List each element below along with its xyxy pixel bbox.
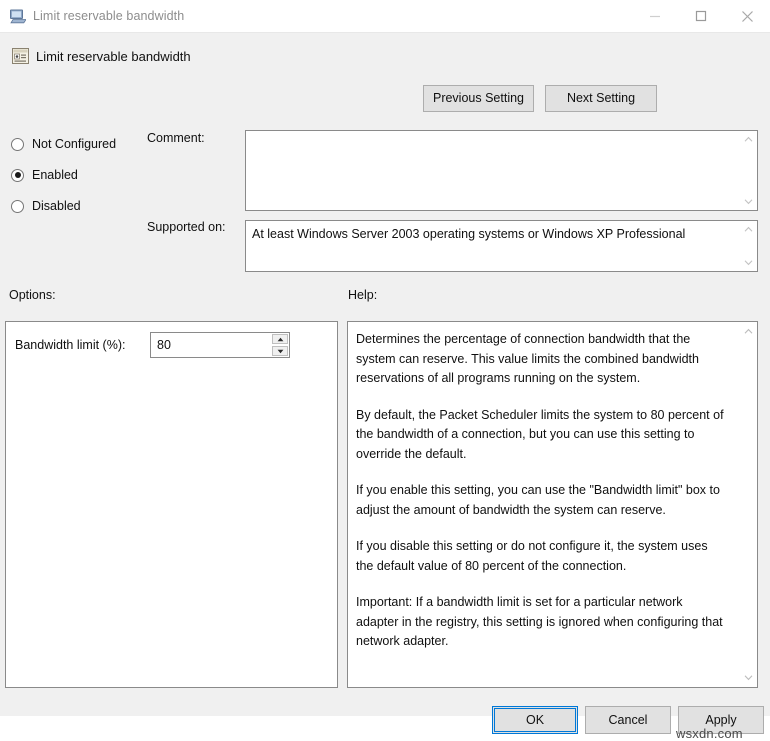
- help-paragraph: Determines the percentage of connection …: [356, 332, 699, 385]
- radio-disabled[interactable]: Disabled: [11, 197, 81, 215]
- radio-label-enabled: Enabled: [32, 168, 78, 182]
- help-panel: Determines the percentage of connection …: [347, 321, 758, 688]
- radio-mark-disabled: [11, 199, 24, 213]
- chevron-up-icon[interactable]: [740, 323, 757, 340]
- chevron-down-icon[interactable]: [740, 669, 757, 686]
- chevron-down-icon[interactable]: [740, 254, 757, 271]
- window-controls: [632, 0, 770, 32]
- window-title-bar: Limit reservable bandwidth: [0, 0, 770, 33]
- minimize-button[interactable]: [632, 0, 678, 32]
- setting-title: Limit reservable bandwidth: [36, 49, 191, 64]
- help-label: Help:: [348, 288, 378, 302]
- supported-on-label: Supported on:: [147, 220, 226, 234]
- bandwidth-limit-spinner[interactable]: [150, 332, 290, 358]
- help-paragraph: If you enable this setting, you can use …: [356, 483, 720, 517]
- radio-label-disabled: Disabled: [32, 199, 81, 213]
- radio-not-configured[interactable]: Not Configured: [11, 135, 116, 153]
- next-setting-button[interactable]: Next Setting: [545, 85, 657, 112]
- window-title: Limit reservable bandwidth: [33, 9, 185, 23]
- maximize-button[interactable]: [678, 0, 724, 32]
- spinner-buttons[interactable]: [271, 333, 289, 357]
- radio-mark-not-configured: [11, 137, 24, 151]
- close-button[interactable]: [724, 0, 770, 32]
- comment-textbox[interactable]: [245, 130, 758, 211]
- help-paragraph: If you disable this setting or do not co…: [356, 539, 708, 573]
- chevron-up-icon[interactable]: [740, 221, 757, 238]
- bandwidth-limit-input[interactable]: [151, 333, 271, 357]
- supported-on-value: At least Windows Server 2003 operating s…: [252, 227, 686, 241]
- bandwidth-limit-label: Bandwidth limit (%):: [15, 338, 126, 352]
- setting-header: Limit reservable bandwidth: [0, 33, 770, 79]
- radio-label-not-configured: Not Configured: [32, 137, 117, 151]
- help-paragraph: By default, the Packet Scheduler limits …: [356, 407, 724, 461]
- dialog-body: Limit reservable bandwidth Previous Sett…: [0, 33, 770, 741]
- computer-icon: [9, 9, 27, 24]
- options-label: Options:: [9, 288, 56, 302]
- previous-setting-button[interactable]: Previous Setting: [423, 85, 534, 112]
- supported-on-scrollbar[interactable]: [739, 221, 757, 271]
- chevron-up-icon[interactable]: [740, 131, 757, 148]
- comment-scrollbar[interactable]: [739, 131, 757, 210]
- radio-enabled[interactable]: Enabled: [11, 166, 78, 184]
- supported-on-textbox[interactable]: At least Windows Server 2003 operating s…: [245, 220, 758, 272]
- spinner-down-icon[interactable]: [272, 346, 288, 356]
- radio-mark-enabled: [11, 168, 24, 182]
- spinner-up-icon[interactable]: [272, 334, 288, 344]
- options-panel: Bandwidth limit (%):: [5, 321, 338, 688]
- help-text: Determines the percentage of connection …: [356, 330, 726, 652]
- ok-button[interactable]: OK: [492, 706, 578, 734]
- comment-label: Comment:: [147, 131, 205, 145]
- help-scrollbar[interactable]: [740, 322, 757, 687]
- policy-setting-icon: [12, 48, 29, 64]
- watermark: wsxdn.com: [676, 726, 743, 741]
- cancel-button[interactable]: Cancel: [585, 706, 671, 734]
- help-paragraph: Important: If a bandwidth limit is set f…: [356, 595, 723, 648]
- chevron-down-icon[interactable]: [740, 193, 757, 210]
